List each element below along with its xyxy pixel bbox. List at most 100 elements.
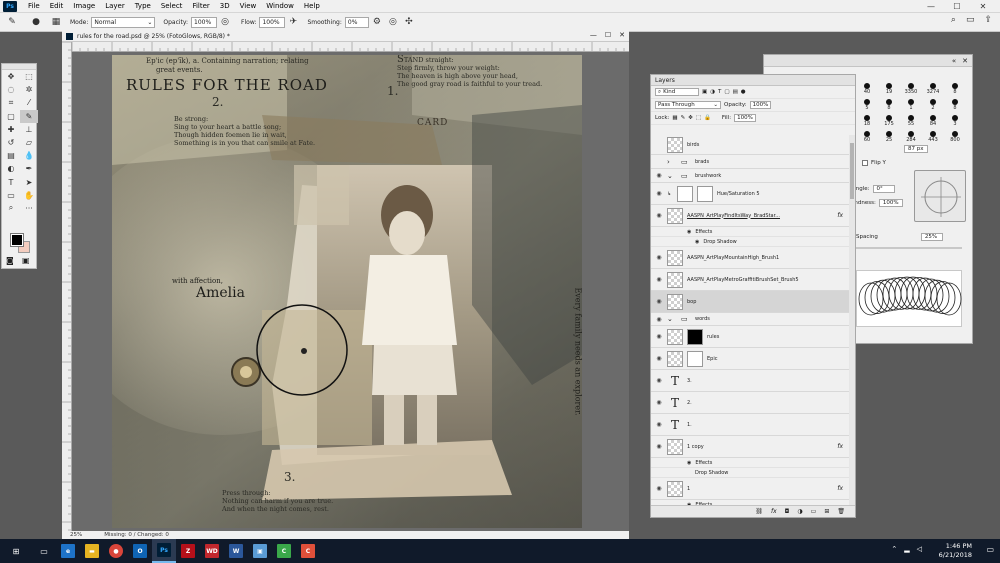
- menu-window[interactable]: Window: [261, 2, 299, 10]
- brush-tip[interactable]: 55: [900, 111, 922, 127]
- layer-effects-fx-icon[interactable]: fx: [837, 485, 843, 492]
- layer-row[interactable]: ◉ AASPN_ArtPlayFindItsWay_BradStar... fx: [651, 205, 851, 227]
- brush-tip[interactable]: 8: [878, 95, 900, 111]
- brush-tip[interactable]: 1: [900, 95, 922, 111]
- lasso-tool-icon[interactable]: ◌: [2, 83, 20, 96]
- hand-tool-icon[interactable]: ✋: [20, 189, 38, 202]
- panel-collapse-icon[interactable]: «: [952, 57, 956, 65]
- brush-tip[interactable]: 800: [944, 127, 966, 143]
- workspace-switcher-icon[interactable]: ▭: [966, 15, 975, 25]
- magic-wand-tool-icon[interactable]: ✲: [20, 83, 38, 96]
- menu-filter[interactable]: Filter: [187, 2, 214, 10]
- action-center-icon[interactable]: ▭: [986, 545, 994, 554]
- chevron-down-icon[interactable]: ⌄: [667, 315, 677, 323]
- menu-layer[interactable]: Layer: [100, 2, 130, 10]
- eye-icon[interactable]: ◉: [651, 485, 667, 492]
- effects-row[interactable]: ◉Effects: [651, 458, 851, 468]
- brush-size-field[interactable]: 87 px: [904, 145, 928, 153]
- photoshop-taskbar-icon[interactable]: Ps: [152, 539, 176, 563]
- eye-icon[interactable]: ◉: [651, 276, 667, 283]
- frame-tool-icon[interactable]: ▢: [2, 110, 20, 123]
- layer-effects-fx-icon[interactable]: fx: [837, 443, 843, 450]
- crop-tool-icon[interactable]: ⌗: [2, 96, 20, 109]
- lock-artboard-icon[interactable]: ⬚: [696, 115, 701, 121]
- brush-tip[interactable]: 19: [878, 79, 900, 95]
- chrome-icon[interactable]: ●: [104, 539, 128, 563]
- search-icon[interactable]: ⌕: [951, 15, 956, 25]
- filezilla-icon[interactable]: Z: [176, 539, 200, 563]
- brush-tip[interactable]: 5: [856, 95, 878, 111]
- image-viewer-icon[interactable]: ▣: [248, 539, 272, 563]
- wd-app-icon[interactable]: WD: [200, 539, 224, 563]
- brush-tip[interactable]: 25: [878, 127, 900, 143]
- eye-icon[interactable]: ◉: [695, 239, 699, 245]
- gradient-tool-icon[interactable]: ▤: [2, 149, 20, 162]
- new-group-icon[interactable]: ▭: [811, 508, 817, 515]
- eye-icon[interactable]: ◉: [651, 377, 667, 384]
- move-tool-icon[interactable]: ✥: [2, 70, 20, 83]
- path-selection-tool-icon[interactable]: ➤: [20, 176, 38, 189]
- menu-select[interactable]: Select: [156, 2, 188, 10]
- text-layer-row[interactable]: ◉ T 3.: [651, 370, 851, 392]
- marquee-tool-icon[interactable]: ⬚: [20, 70, 38, 83]
- eye-icon[interactable]: ◉: [651, 254, 667, 261]
- brush-tip-grid[interactable]: 40 19 3350 3274 8 5 8 1 2 8 18 175 55 84 3 60 25 284 443 80…: [856, 79, 966, 143]
- doc-minimize-icon[interactable]: —: [590, 31, 597, 39]
- brush-preset-picker-icon[interactable]: ●: [30, 16, 42, 28]
- pressure-opacity-icon[interactable]: ◎: [219, 16, 231, 28]
- eye-icon[interactable]: ◉: [687, 460, 691, 466]
- lock-all-icon[interactable]: 🔒: [704, 115, 711, 121]
- filter-pixel-icon[interactable]: ▣: [702, 89, 707, 95]
- windows-start-icon[interactable]: ⊞: [0, 539, 32, 563]
- mode-select[interactable]: Normal ⌄: [91, 16, 156, 28]
- filter-shape-icon[interactable]: ▢: [724, 89, 729, 95]
- eye-icon[interactable]: ◉: [651, 212, 667, 219]
- foreground-color-swatch[interactable]: [10, 233, 24, 247]
- brush-tip[interactable]: 8: [944, 79, 966, 95]
- dodge-tool-icon[interactable]: ◐: [2, 162, 20, 175]
- layer-group-row[interactable]: ◉ ⌄ ▭ brushwork: [651, 169, 851, 183]
- history-brush-tool-icon[interactable]: ↺: [2, 136, 20, 149]
- quick-mask-icon[interactable]: ◙: [6, 256, 14, 265]
- brush-tip[interactable]: 8: [944, 95, 966, 111]
- eye-icon[interactable]: ◉: [651, 355, 667, 362]
- layer-mask-thumbnail[interactable]: [687, 350, 703, 367]
- layer-mask-thumbnail[interactable]: [687, 328, 703, 345]
- eye-icon[interactable]: ◉: [651, 399, 667, 406]
- doc-restore-icon[interactable]: ☐: [605, 31, 611, 39]
- new-adjustment-layer-icon[interactable]: ◑: [797, 508, 802, 515]
- add-mask-icon[interactable]: ◘: [785, 508, 790, 515]
- maximize-button[interactable]: ☐: [944, 2, 970, 11]
- file-explorer-icon[interactable]: ▬: [80, 539, 104, 563]
- menu-edit[interactable]: Edit: [45, 2, 69, 10]
- menu-type[interactable]: Type: [130, 2, 156, 10]
- angle-field[interactable]: Angle: 0°: [852, 185, 895, 193]
- filter-adjustment-icon[interactable]: ◑: [710, 89, 715, 95]
- brush-tip[interactable]: 284: [900, 127, 922, 143]
- eye-icon[interactable]: ◉: [651, 298, 667, 305]
- link-layers-icon[interactable]: ⛓: [755, 508, 763, 515]
- snagit-icon[interactable]: C: [296, 539, 320, 563]
- spacing-slider[interactable]: [856, 247, 962, 249]
- lock-pixels-icon[interactable]: ✎: [681, 115, 686, 121]
- layer-fill-field[interactable]: 100%: [734, 114, 756, 122]
- layer-group-row[interactable]: › ▭ brads: [651, 155, 851, 169]
- brush-tool-icon[interactable]: ✎: [6, 16, 18, 28]
- text-layer-row[interactable]: ◉ T 2.: [651, 392, 851, 414]
- share-icon[interactable]: ⇪: [984, 15, 992, 25]
- shape-tool-icon[interactable]: ▭: [2, 189, 20, 202]
- brush-tip[interactable]: 3274: [922, 79, 944, 95]
- camtasia-icon[interactable]: C: [272, 539, 296, 563]
- zoom-level[interactable]: 25%: [70, 532, 82, 538]
- taskbar-clock[interactable]: 1:46 PM 6/21/2018: [939, 542, 972, 560]
- lock-position-icon[interactable]: ✥: [688, 115, 693, 121]
- menu-help[interactable]: Help: [299, 2, 325, 10]
- layer-row[interactable]: ◉ 1 fx: [651, 478, 851, 500]
- brush-settings-toggle-icon[interactable]: ▦: [50, 16, 62, 28]
- spacing-field[interactable]: Spacing 25%: [856, 233, 943, 241]
- brush-tip[interactable]: 18: [856, 111, 878, 127]
- brush-panel-header[interactable]: « ✕: [764, 55, 972, 67]
- network-icon[interactable]: ▂: [904, 545, 909, 553]
- eye-icon[interactable]: ◉: [651, 190, 667, 197]
- layer-effects-fx-icon[interactable]: fx: [837, 212, 843, 219]
